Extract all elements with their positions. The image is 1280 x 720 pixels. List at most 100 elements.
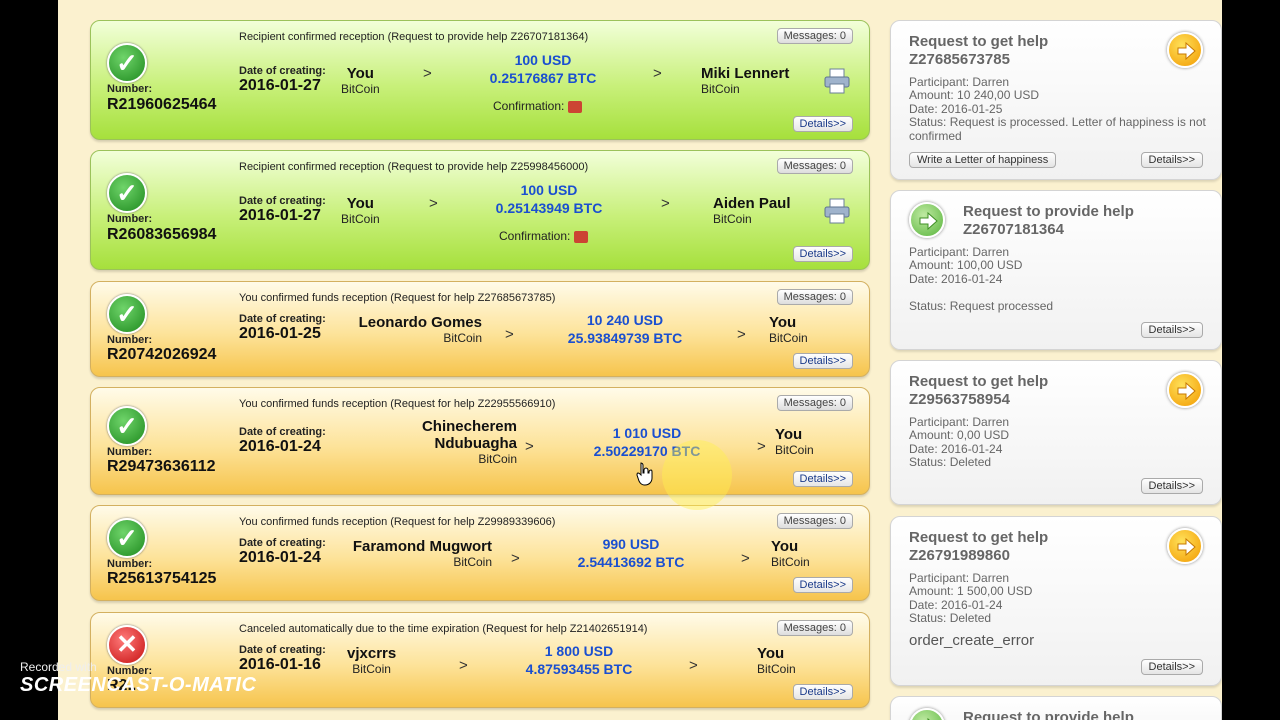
amount-btc: 0.25143949 BTC [495,200,603,216]
recipient-name: You [769,314,797,331]
request-type: Request to get help [909,373,1049,390]
amount: 10 240 USD 25.93849739 BTC [525,311,725,347]
details-button[interactable]: Details>> [1140,152,1203,168]
request-title: Request to get help Z27685673785 [909,33,1048,69]
amount: 100 USD 0.25176867 BTC [443,51,643,87]
request-date: Date: 2016-01-24 [909,272,1003,286]
number-label: Number: [107,558,153,570]
number-label: Number: [107,446,153,458]
confirmation: Confirmation: [499,229,589,243]
transfer-arrow: > [741,550,750,567]
messages-button[interactable]: Messages: 0 [776,620,853,636]
transfer-arrow: > [757,438,766,455]
sender-name: Leonardo Gomes [358,314,482,331]
transfer-arrow: > [525,438,534,455]
printer-icon[interactable] [823,197,851,224]
confirmation-image-icon[interactable] [568,100,583,113]
transaction-description: You confirmed funds reception (Request f… [239,516,556,528]
details-button[interactable]: Details>> [1140,478,1203,494]
screencast-brand: SCREENCAST-O-MATIC [20,674,257,696]
details-button[interactable]: Details>> [792,353,853,369]
request-card: Request to get help Z26791989860 Particip… [890,516,1222,686]
details-button[interactable]: Details>> [1140,659,1203,675]
printer-icon[interactable] [823,67,851,94]
amount-usd: 10 240 USD [586,312,664,328]
request-title: Request to provide help [963,709,1134,720]
request-id: Z29563758954 [909,391,1010,408]
sender-currency: BitCoin [478,452,517,466]
request-title: Request to get help Z26791989860 [909,529,1048,565]
request-id: Z27685673785 [909,51,1010,68]
check-icon: ✓ [107,173,147,213]
write-letter-button[interactable]: Write a Letter of happiness [909,152,1057,168]
recipient-name: Aiden Paul [713,195,791,212]
messages-button[interactable]: Messages: 0 [776,158,853,174]
request-status: Status: Request is processed. Letter of … [909,115,1206,143]
recorder-watermark: Recorded with SCREENCAST-O-MATIC [20,660,256,697]
transaction-number: R29473636112 [107,458,216,475]
orange-arrow-icon[interactable] [1167,372,1203,408]
recipient-name: You [771,538,799,555]
content-area: Recipient confirmed reception (Request t… [58,0,1222,720]
transaction-date: 2016-01-25 [239,325,321,342]
date-label: Date of creating: [239,426,326,438]
confirmation: Confirmation: [493,99,583,113]
sender-name: Faramond Mugwort [352,538,492,555]
transaction-date: 2016-01-27 [239,77,321,94]
sender: You BitCoin [341,195,380,226]
amount-btc: 0.25176867 BTC [489,70,597,86]
sender-currency: BitCoin [443,331,482,345]
recipient: You BitCoin [775,426,814,457]
transaction-description: Canceled automatically due to the time e… [239,623,648,635]
messages-button[interactable]: Messages: 0 [776,289,853,305]
transfer-arrow: > [459,657,468,674]
request-title: Request to get help Z29563758954 [909,373,1048,409]
amount-btc: 4.87593455 BTC [525,661,633,677]
confirmation-image-icon[interactable] [574,230,589,243]
amount: 100 USD 0.25143949 BTC [449,181,649,217]
orange-arrow-icon[interactable] [1167,32,1203,68]
amount-usd: 100 USD [514,52,572,68]
green-arrow-icon[interactable] [909,708,945,720]
transaction-date: 2016-01-24 [239,549,321,566]
check-icon: ✓ [107,518,147,558]
transaction-card: Recipient confirmed reception (Request t… [90,150,870,270]
messages-button[interactable]: Messages: 0 [776,513,853,529]
transaction-description: You confirmed funds reception (Request f… [239,292,556,304]
recipient-currency: BitCoin [775,443,814,457]
cursor-highlight [662,440,732,510]
sender-name: You [346,195,374,212]
request-status: Status: Request processed [909,299,1054,313]
green-arrow-icon[interactable] [909,202,945,238]
transaction-card: Recipient confirmed reception (Request t… [90,20,870,140]
sender-name: Chinecherem Ndubuagha [421,418,517,452]
orange-arrow-icon[interactable] [1167,528,1203,564]
amount-usd: 1 800 USD [544,643,614,659]
request-type: Request to provide help [963,203,1134,220]
transfer-arrow: > [653,65,662,82]
request-amount: Amount: 1 500,00 USD [909,584,1033,598]
messages-button[interactable]: Messages: 0 [776,28,853,44]
request-title: Request to provide help Z26707181364 [963,203,1134,239]
transfer-arrow: > [661,195,670,212]
recipient-currency: BitCoin [713,212,752,226]
amount-usd: 1 010 USD [612,425,682,441]
transaction-number: R26083656984 [107,226,217,243]
recorded-with-label: Recorded with [20,660,97,674]
messages-button[interactable]: Messages: 0 [776,395,853,411]
details-button[interactable]: Details>> [792,246,853,262]
transaction-description: Recipient confirmed reception (Request t… [239,31,589,43]
details-button[interactable]: Details>> [792,116,853,132]
transaction-number: R20742026924 [107,346,217,363]
transaction-number: R25613754125 [107,570,217,587]
check-icon: ✓ [107,43,147,83]
details-button[interactable]: Details>> [792,471,853,487]
details-button[interactable]: Details>> [792,577,853,593]
sender: vjxcrrs BitCoin [347,645,396,676]
check-icon: ✓ [107,294,147,334]
request-card: Request to provide help [890,696,1222,720]
sender-name: You [346,65,374,82]
request-amount: Amount: 0,00 USD [909,428,1010,442]
details-button[interactable]: Details>> [1140,322,1203,338]
details-button[interactable]: Details>> [792,684,853,700]
